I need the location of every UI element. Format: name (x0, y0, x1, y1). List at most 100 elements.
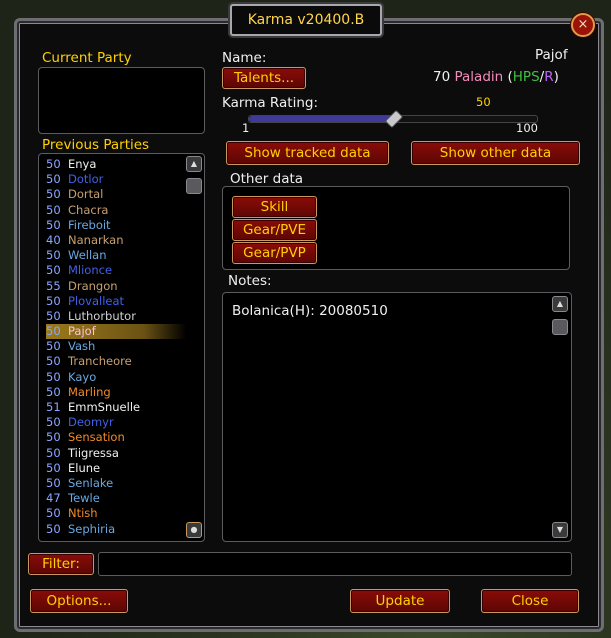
list-item[interactable]: 50 Enya (46, 157, 186, 172)
party-member-level: 50 (46, 263, 61, 278)
gear-pvp-button[interactable]: Gear/PVP (232, 242, 317, 264)
list-item[interactable]: 50 Deomyr (46, 415, 186, 430)
previous-parties-list: 50 Enya 50 Dotlor 50 Dortal 50 Chacra 50 Fireboit… (46, 157, 186, 537)
party-member-name: Ntish (68, 506, 98, 521)
list-item[interactable]: 40 Nanarkan (46, 233, 186, 248)
filter-button[interactable]: Filter: (28, 553, 94, 575)
karma-rating-label: Karma Rating: (222, 95, 318, 111)
slider-max: 100 (516, 121, 538, 135)
notes-text[interactable]: Bolanica(H): 20080510 (232, 303, 388, 319)
party-member-name: EmmSnuelle (68, 400, 141, 414)
party-member-name: Senlake (68, 475, 114, 490)
filter-input[interactable] (98, 552, 572, 576)
list-item[interactable]: 50 Fireboit (46, 218, 186, 233)
notes-box[interactable] (222, 292, 572, 542)
scroll-bottom-icon[interactable]: ● (186, 522, 202, 538)
karma-slider-fill (249, 116, 393, 122)
list-item[interactable]: 50 Plovalleat (46, 294, 186, 309)
party-member-name: Drangon (68, 278, 118, 293)
party-member-name: Plovalleat (68, 293, 125, 308)
party-member-name: Chacra (68, 202, 109, 217)
list-item[interactable]: 50 Sensation (46, 430, 186, 445)
party-member-name: Wellan (68, 248, 107, 263)
list-item[interactable]: 50 Wellan (46, 248, 186, 263)
party-member-name: Enya (68, 157, 97, 171)
list-item[interactable]: 50 Dortal (46, 187, 186, 202)
party-member-name: Tiigressa (68, 445, 119, 460)
skill-button[interactable]: Skill (232, 196, 317, 218)
list-item[interactable]: 50 Kayo (46, 370, 186, 385)
previous-parties-label: Previous Parties (42, 137, 150, 153)
show-tracked-data-button[interactable]: Show tracked data (226, 141, 389, 165)
party-member-name: Mlionce (68, 263, 113, 278)
party-member-name: Sephiria (68, 521, 116, 536)
party-member-level: 50 (46, 415, 61, 430)
party-member-name: Trancheore (68, 354, 132, 369)
list-item[interactable]: 47 Tewle (46, 491, 186, 506)
karma-value: 50 (476, 95, 491, 109)
party-member-level: 50 (46, 445, 61, 460)
list-item[interactable]: 50 Mlionce (46, 263, 186, 278)
karma-slider[interactable] (248, 109, 538, 129)
party-member-level: 50 (46, 521, 61, 536)
party-member-level: 50 (46, 506, 61, 521)
list-item[interactable]: 51 EmmSnuelle (46, 400, 186, 415)
party-member-name: Pajof (68, 324, 96, 339)
name-value: Pajof (535, 47, 568, 63)
update-button[interactable]: Update (350, 589, 450, 613)
close-icon[interactable]: × (571, 13, 595, 37)
party-member-level: 50 (46, 339, 61, 354)
window-title: Karma v20400.B (230, 4, 382, 36)
class-name: Paladin (454, 69, 504, 85)
list-item[interactable]: 50 Pajof (46, 324, 186, 340)
show-other-data-button[interactable]: Show other data (411, 141, 580, 165)
gear-pve-button[interactable]: Gear/PVE (232, 219, 317, 241)
party-member-name: Elune (68, 460, 101, 475)
party-member-level: 50 (46, 172, 61, 187)
options-button[interactable]: Options... (30, 589, 128, 613)
current-party-box (38, 67, 205, 134)
party-member-level: 50 (46, 187, 61, 202)
class-info: 70 Paladin (HPS/R) (433, 69, 559, 85)
party-member-level: 47 (46, 491, 61, 506)
scrollbar-thumb[interactable] (186, 178, 202, 194)
party-member-level: 50 (46, 475, 61, 490)
list-item[interactable]: 50 Vash (46, 339, 186, 354)
notes-label: Notes: (228, 273, 272, 289)
list-item[interactable]: 50 Elune (46, 461, 186, 476)
class-level: 70 (433, 69, 451, 85)
list-item[interactable]: 50 Marling (46, 385, 186, 400)
party-member-level: 50 (46, 202, 61, 217)
list-item[interactable]: 50 Senlake (46, 476, 186, 491)
party-member-name: Dortal (68, 187, 104, 202)
notes-scroll-up-icon[interactable]: ▲ (552, 296, 568, 312)
party-member-level: 40 (46, 232, 61, 247)
slider-min: 1 (242, 121, 250, 135)
party-member-level: 50 (46, 369, 61, 384)
list-item[interactable]: 50 Tiigressa (46, 446, 186, 461)
notes-scrollbar-thumb[interactable] (552, 319, 568, 335)
name-label: Name: (222, 50, 267, 66)
list-item[interactable]: 50 Luthorbutor (46, 309, 186, 324)
party-member-name: Dotlor (68, 172, 104, 187)
party-member-name: Nanarkan (68, 232, 124, 247)
party-member-name: Kayo (68, 369, 97, 384)
list-item[interactable]: 50 Dotlor (46, 172, 186, 187)
party-member-name: Sensation (68, 430, 125, 445)
party-member-level: 55 (46, 278, 61, 293)
party-member-level: 50 (46, 157, 61, 171)
party-member-level: 50 (46, 384, 61, 399)
party-member-name: Vash (68, 339, 96, 354)
talents-button[interactable]: Talents... (222, 67, 306, 89)
list-item[interactable]: 50 Ntish (46, 506, 186, 521)
party-member-name: Deomyr (68, 415, 114, 430)
party-member-name: Fireboit (68, 217, 111, 232)
list-item[interactable]: 55 Drangon (46, 279, 186, 294)
list-item[interactable]: 50 Trancheore (46, 354, 186, 369)
list-item[interactable]: 50 Sephiria (46, 522, 186, 537)
scroll-up-icon[interactable]: ▲ (186, 156, 202, 172)
list-item[interactable]: 50 Chacra (46, 203, 186, 218)
party-member-level: 50 (46, 217, 61, 232)
close-button[interactable]: Close (481, 589, 579, 613)
notes-scroll-down-icon[interactable]: ▼ (552, 522, 568, 538)
